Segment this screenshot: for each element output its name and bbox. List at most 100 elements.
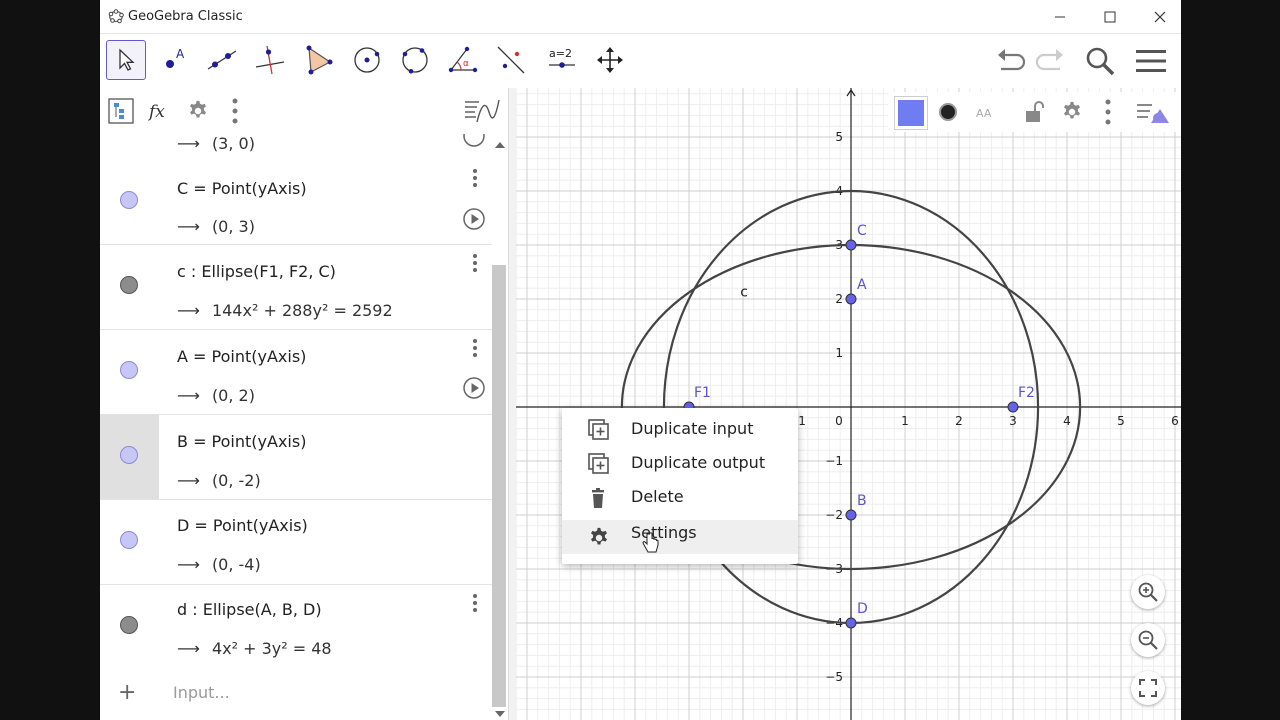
graphics-view[interactable]: −2−1012345654321−1−2−3−4−5cdCABDF1F2 AA — [516, 88, 1181, 720]
circle-center-tool-button[interactable] — [347, 40, 387, 80]
point-tool-button[interactable]: A — [155, 40, 195, 80]
visibility-toggle[interactable] — [120, 191, 138, 209]
algebra-row-partial[interactable]: ⟶ (3, 0) — [100, 134, 492, 161]
gear-icon — [591, 527, 607, 545]
algebra-row-C[interactable]: C = Point(yAxis) ⟶ (0, 3) — [100, 160, 492, 245]
play-icon[interactable] — [462, 134, 486, 148]
context-menu: Duplicate input Duplicate output Delete … — [562, 408, 798, 564]
menu-item-label: Delete — [631, 487, 684, 506]
algebra-more-button[interactable] — [220, 96, 250, 126]
graphics-menu-button[interactable] — [1135, 96, 1175, 128]
perpendicular-icon — [255, 45, 285, 75]
visibility-toggle[interactable] — [120, 276, 138, 294]
visibility-toggle[interactable] — [120, 361, 138, 379]
polygon-tool-button[interactable] — [298, 40, 338, 80]
point-icon: A — [166, 47, 185, 68]
algebra-sort-button[interactable] — [106, 96, 136, 126]
slider-tool-button[interactable]: a=2 — [542, 40, 582, 80]
close-icon — [1154, 11, 1166, 22]
minimize-icon — [1055, 16, 1065, 17]
fullscreen-button[interactable] — [1131, 671, 1165, 705]
menu-item-delete[interactable]: Delete — [562, 480, 798, 514]
play-icon[interactable] — [462, 207, 486, 231]
arrow-cursor-icon — [119, 48, 135, 71]
curve-label-c: c — [740, 284, 748, 300]
label-style-button[interactable]: AA — [970, 96, 1002, 128]
row-output: ⟶ (0, -2) — [177, 471, 261, 490]
fix-object-button[interactable] — [1018, 96, 1050, 128]
zoom-in-button[interactable] — [1131, 575, 1165, 609]
more-vertical-icon[interactable] — [465, 593, 485, 615]
perpendicular-line-tool-button[interactable] — [250, 40, 290, 80]
algebra-input-row[interactable]: + Input... — [100, 668, 492, 720]
algebra-row-A[interactable]: A = Point(yAxis) ⟶ (0, 2) — [100, 330, 492, 415]
maximize-icon — [1104, 11, 1116, 22]
menu-item-duplicate-input[interactable]: Duplicate input — [562, 412, 798, 446]
move-graphics-tool-button[interactable] — [590, 40, 630, 80]
scroll-down-icon[interactable] — [492, 708, 508, 720]
minimize-button[interactable] — [1035, 0, 1085, 33]
visibility-toggle[interactable] — [120, 446, 138, 464]
undo-button[interactable] — [993, 44, 1029, 78]
play-icon[interactable] — [462, 376, 486, 400]
point-label-F1: F1 — [694, 385, 711, 401]
point-B — [845, 509, 857, 521]
main-menu-button[interactable] — [1133, 44, 1169, 78]
more-vertical-icon[interactable] — [465, 253, 485, 275]
algebra-row-c[interactable]: c : Ellipse(F1, F2, C) ⟶ 144x² + 288y² = … — [100, 245, 492, 330]
add-icon[interactable]: + — [118, 680, 136, 705]
graphics-canvas[interactable]: −2−1012345654321−1−2−3−4−5cdCABDF1F2 — [516, 88, 1181, 720]
style-more-button[interactable] — [1092, 96, 1124, 128]
row-definition: C = Point(yAxis) — [177, 179, 307, 198]
color-button[interactable] — [894, 96, 928, 130]
object-settings-button[interactable] — [1056, 96, 1088, 128]
y-tick-label: −5 — [825, 670, 843, 684]
y-tick-label: 1 — [835, 346, 843, 360]
angle-tool-button[interactable]: α — [443, 40, 483, 80]
duplicate-icon — [588, 453, 609, 474]
undo-icon — [998, 49, 1026, 71]
maximize-button[interactable] — [1085, 0, 1135, 33]
more-vertical-icon[interactable] — [465, 338, 485, 360]
point-style-button[interactable] — [932, 96, 964, 128]
algebra-description-button[interactable]: fx — [144, 96, 174, 126]
label-style-icon: AA — [976, 107, 992, 120]
row-definition: c : Ellipse(F1, F2, C) — [177, 262, 336, 281]
redo-button[interactable] — [1032, 44, 1068, 78]
scroll-up-icon[interactable] — [492, 140, 508, 152]
zoom-out-button[interactable] — [1131, 623, 1165, 657]
svg-text:A: A — [176, 47, 185, 61]
point-label-C: C — [857, 223, 867, 239]
visibility-toggle[interactable] — [120, 531, 138, 549]
visibility-toggle[interactable] — [120, 616, 138, 634]
row-output: ⟶ (0, 3) — [177, 217, 255, 236]
line-tool-button[interactable] — [202, 40, 242, 80]
circle-three-points-tool-button[interactable] — [395, 40, 435, 80]
x-tick-label: 0 — [835, 414, 843, 428]
fullscreen-icon — [1139, 679, 1157, 697]
algebra-row-D[interactable]: D = Point(yAxis) ⟶ (0, -4) — [100, 500, 492, 585]
menu-item-label: Duplicate output — [631, 453, 766, 472]
y-tick-label: 2 — [835, 292, 843, 306]
move-tool-button[interactable] — [106, 40, 146, 80]
close-button[interactable] — [1135, 0, 1181, 33]
reflect-tool-button[interactable] — [491, 40, 531, 80]
algebra-row-d[interactable]: d : Ellipse(A, B, D) ⟶ 4x² + 3y² = 48 — [100, 585, 492, 669]
algebra-settings-button[interactable] — [183, 96, 213, 126]
algebra-input-field[interactable]: Input... — [173, 683, 230, 702]
more-vertical-icon[interactable] — [465, 168, 485, 190]
move-cross-icon — [597, 47, 623, 73]
search-icon — [1086, 47, 1115, 76]
row-definition: d : Ellipse(A, B, D) — [177, 600, 322, 619]
slider-tool-label: a=2 — [549, 47, 572, 60]
algebra-scroll-thumb[interactable] — [492, 265, 506, 707]
gear-icon — [1064, 101, 1080, 119]
color-swatch — [898, 100, 924, 126]
point-A — [845, 293, 857, 305]
algebra-row-B[interactable]: B = Point(yAxis) ⟶ (0, -2) — [100, 415, 492, 500]
menu-item-duplicate-output[interactable]: Duplicate output — [562, 446, 798, 480]
graphics-perspective-button[interactable] — [462, 96, 502, 126]
search-button[interactable] — [1082, 44, 1118, 78]
menu-item-settings[interactable]: Settings — [562, 520, 798, 554]
redo-icon — [1035, 49, 1063, 71]
